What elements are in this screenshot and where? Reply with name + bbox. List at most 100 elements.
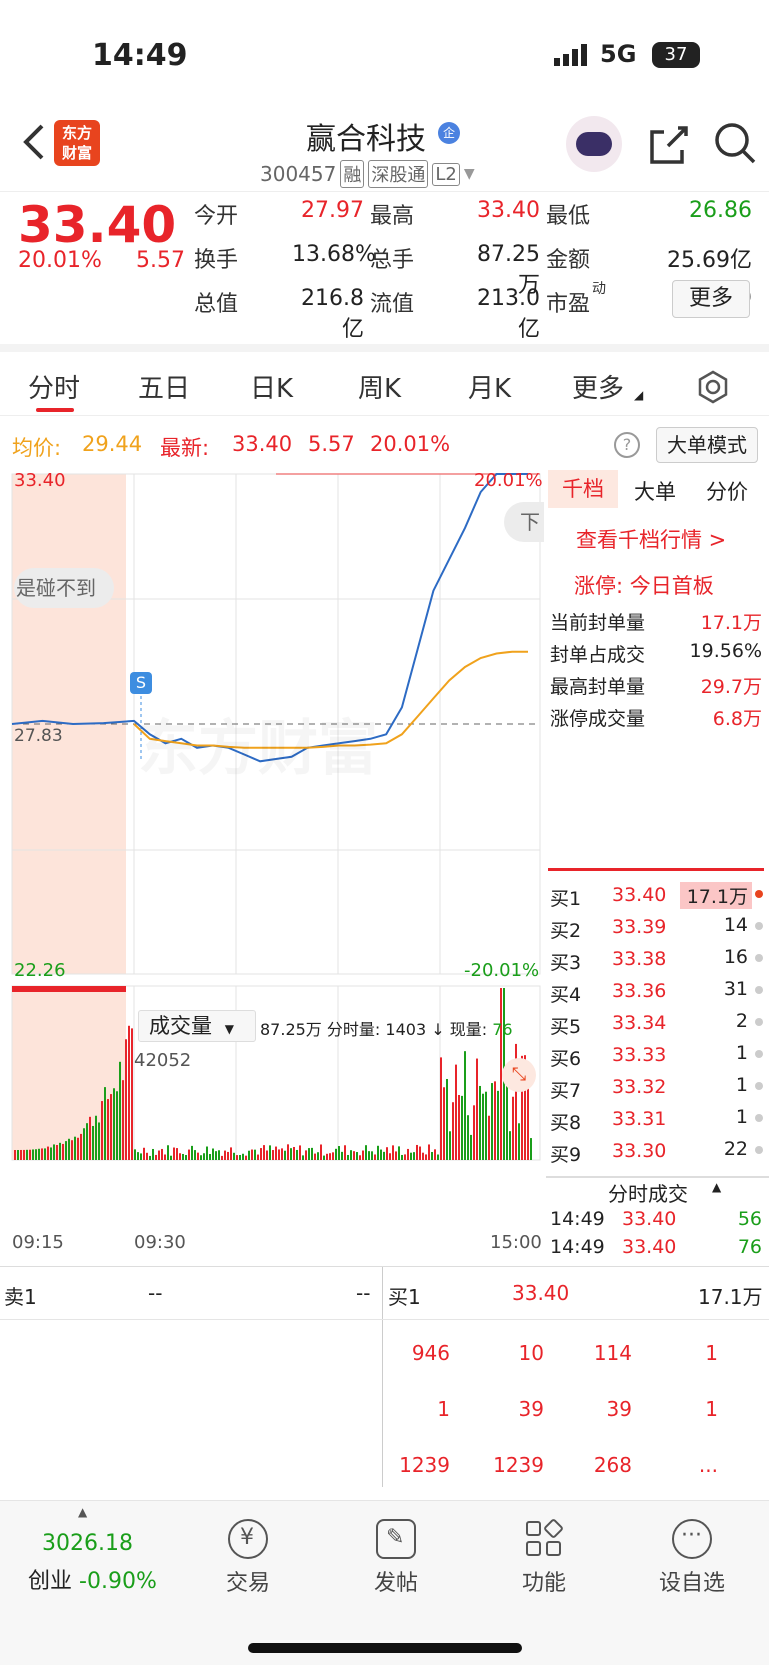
volume-bar: [71, 1140, 73, 1160]
queue-cell: 1239: [399, 1453, 450, 1477]
volume-bar: [212, 1148, 214, 1160]
volume-bar: [278, 1149, 280, 1160]
gear-icon[interactable]: [696, 370, 730, 408]
trade-price: 33.40: [622, 1208, 677, 1230]
volume-bar: [326, 1153, 328, 1160]
volume-bar: [122, 1080, 124, 1160]
view-depth-link[interactable]: 查看千档行情 >: [576, 524, 726, 554]
volume-bar: [353, 1151, 355, 1160]
side-tab-depth[interactable]: 千档: [548, 470, 618, 508]
index-value[interactable]: 3026.18: [42, 1531, 133, 1556]
volume-selector[interactable]: 成交量 ▼: [138, 1010, 256, 1042]
queue-cell: 1239: [493, 1453, 544, 1477]
stock-code: 300457: [260, 162, 337, 186]
bid-price: 33.36: [612, 980, 667, 1002]
bid-volume: 1: [735, 1106, 748, 1128]
limit-stat-label: 封单占成交: [550, 644, 646, 666]
limit-stat-label: 涨停成交量: [550, 708, 646, 730]
search-icon[interactable]: [714, 122, 758, 170]
bid-dot: [755, 1018, 763, 1026]
robot-avatar-icon[interactable]: [566, 116, 622, 172]
tab-daily-k[interactable]: 日K: [250, 368, 293, 405]
big-order-mode-button[interactable]: 大单模式: [656, 427, 758, 463]
volume-bar: [185, 1155, 187, 1160]
share-icon[interactable]: [648, 124, 690, 170]
bid-level-label: 买4: [550, 984, 582, 1006]
volume-bar: [161, 1148, 163, 1160]
quote-field-label: 总手: [370, 248, 415, 273]
quote-field-value: 13.68%: [292, 242, 376, 267]
quote-field-label: 今开: [194, 204, 239, 229]
nav-post[interactable]: ✎ 发帖: [336, 1519, 456, 1597]
more-button[interactable]: 更多: [672, 280, 750, 318]
index-quote[interactable]: 创业 -0.90%: [28, 1563, 157, 1595]
volume-bar: [512, 1096, 514, 1160]
s-marker[interactable]: S: [130, 672, 152, 694]
help-icon[interactable]: ?: [614, 432, 640, 458]
limit-stat-value: 6.8万: [712, 708, 762, 730]
volume-total: 87.25万: [260, 1020, 322, 1039]
now-label: 现量:: [449, 1020, 488, 1039]
bottom-nav: ▲ 3026.18 创业 -0.90% ¥ 交易 ✎ 发帖 功能 ··· 设自选: [0, 1500, 769, 1665]
volume-bar: [509, 1131, 511, 1160]
volume-bar: [506, 1078, 508, 1160]
bid-price: 33.32: [612, 1076, 667, 1098]
volume-bar: [200, 1155, 202, 1160]
volume-bar: [431, 1151, 433, 1160]
volume-bar: [494, 1081, 496, 1160]
bid-price: 33.40: [612, 884, 667, 906]
floating-comment[interactable]: 是碰不到: [14, 568, 114, 608]
volume-bar: [68, 1138, 70, 1160]
caret-icon: ◢: [634, 388, 644, 402]
volume-bar: [518, 1123, 520, 1160]
volume-bar: [140, 1153, 142, 1160]
signal-icon: [554, 44, 590, 66]
volume-bar: [356, 1152, 358, 1160]
volume-bar: [437, 1154, 439, 1160]
status-bar: 14:49 5G 37: [0, 0, 769, 110]
y-low-pct-label: -20.01%: [464, 960, 540, 981]
bid-level-label: 买2: [550, 920, 582, 942]
volume-bar: [29, 1149, 31, 1160]
volume-bar: [53, 1144, 55, 1160]
tab-intraday[interactable]: 分时: [28, 368, 80, 405]
expand-icon[interactable]: ⤡: [502, 1058, 536, 1092]
volume-bar: [197, 1152, 199, 1160]
tick-label: 分时量:: [326, 1020, 381, 1039]
volume-bar: [236, 1155, 238, 1160]
trades-title[interactable]: 分时成交: [608, 1178, 688, 1207]
bid-volume: 22: [723, 1138, 748, 1160]
side-tab-big-orders[interactable]: 大单: [634, 476, 676, 506]
floating-tag[interactable]: 下: [504, 502, 544, 542]
queue-cell: 10: [518, 1341, 544, 1365]
trade-volume: 56: [737, 1208, 762, 1230]
nav-functions-label: 功能: [521, 1571, 566, 1596]
nav-functions[interactable]: 功能: [484, 1517, 604, 1597]
volume-bar: [389, 1153, 391, 1160]
tab-five-day[interactable]: 五日: [138, 368, 190, 405]
queue-cell: 39: [518, 1397, 544, 1421]
side-tab-price-dist[interactable]: 分价: [706, 476, 748, 506]
nav-add-watchlist[interactable]: ··· 设自选: [632, 1519, 752, 1597]
volume-bar: [404, 1154, 406, 1160]
back-button[interactable]: [18, 122, 48, 162]
volume-bar: [290, 1148, 292, 1160]
tab-more[interactable]: 更多: [572, 368, 624, 405]
tab-monthly-k[interactable]: 月K: [468, 368, 511, 405]
volume-bar: [44, 1148, 46, 1160]
tag-margin: 融: [340, 160, 365, 188]
volume-bar: [155, 1154, 157, 1160]
tab-weekly-k[interactable]: 周K: [358, 368, 401, 405]
bid-price: 33.34: [612, 1012, 667, 1034]
volume-bar: [359, 1155, 361, 1160]
dropdown-icon[interactable]: ▼: [464, 166, 475, 182]
volume-bar: [281, 1148, 283, 1160]
nav-trade[interactable]: ¥ 交易: [188, 1519, 308, 1597]
volume-bar: [341, 1151, 343, 1160]
volume-bar: [95, 1115, 97, 1160]
volume-bar: [458, 1095, 460, 1160]
volume-stats: 87.25万 分时量: 1403 ↓ 现量: 76: [260, 1016, 513, 1040]
quote-field-value: 26.86: [689, 198, 752, 223]
volume-bar: [32, 1149, 34, 1160]
volume-bar: [380, 1149, 382, 1160]
